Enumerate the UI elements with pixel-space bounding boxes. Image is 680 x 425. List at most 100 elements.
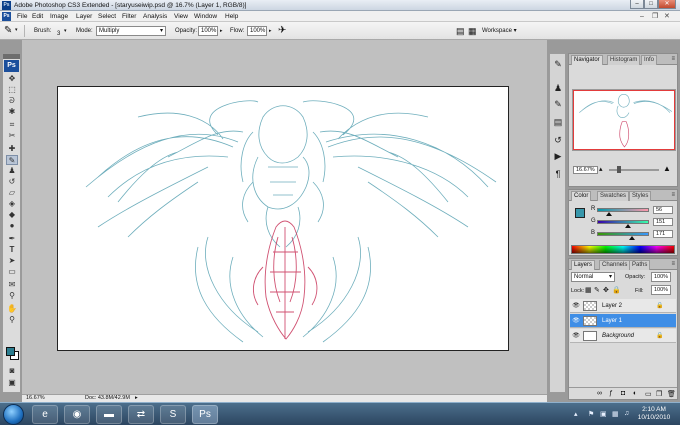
skype-icon[interactable]: S <box>160 405 186 424</box>
opacity-input[interactable]: 100% <box>198 26 218 36</box>
tray-monitor-icon[interactable]: ▣ <box>600 410 607 418</box>
menu-window[interactable]: Window <box>194 12 217 21</box>
file-browser-icon[interactable]: ▤ <box>456 26 465 37</box>
paint-bucket-tool-icon[interactable]: ◈ <box>6 199 18 209</box>
visibility-eye-icon[interactable]: 👁 <box>572 302 580 310</box>
brush-size[interactable]: 3 <box>57 31 60 38</box>
r-slider[interactable] <box>597 208 649 216</box>
shape-tool-icon[interactable]: ▭ <box>6 267 18 277</box>
minimize-button[interactable]: – <box>630 0 644 9</box>
type-tool-icon[interactable]: T <box>6 245 18 255</box>
flow-slider-chevron-icon[interactable]: ▸ <box>269 28 272 34</box>
layer-row-background[interactable]: 👁 Background 🔒 <box>570 329 676 343</box>
tab-navigator[interactable]: Navigator <box>571 55 603 65</box>
quick-select-tool-icon[interactable]: ✱ <box>6 107 18 117</box>
toolbox-grip[interactable] <box>3 54 20 59</box>
menu-help[interactable]: Help <box>225 12 238 21</box>
g-value[interactable]: 151 <box>653 218 673 226</box>
healing-brush-tool-icon[interactable]: ✚ <box>6 144 18 154</box>
slice-tool-icon[interactable]: ✂ <box>6 131 18 141</box>
zoom-out-icon[interactable]: ▴ <box>599 165 603 173</box>
tab-color[interactable]: Color <box>571 191 592 201</box>
tab-layers[interactable]: Layers <box>571 260 596 270</box>
brush-tool-icon[interactable]: ✎ <box>6 155 18 165</box>
zoom-in-icon[interactable]: ▲ <box>663 164 671 173</box>
dodge-tool-icon[interactable]: ● <box>6 221 18 231</box>
lasso-tool-icon[interactable]: ᘐ <box>6 96 18 106</box>
adjustment-layer-icon[interactable]: ◐ <box>633 390 637 397</box>
palette-well-icon[interactable]: ▦ <box>468 26 477 37</box>
panel-menu-icon[interactable]: ≡ <box>671 261 675 267</box>
lock-image-icon[interactable]: ✎ <box>594 286 600 294</box>
layer-name[interactable]: Layer 1 <box>602 317 622 325</box>
pen-tool-icon[interactable]: ✒ <box>6 234 18 244</box>
chrome-icon[interactable]: ◉ <box>64 405 90 424</box>
tab-histogram[interactable]: Histogram <box>607 55 641 65</box>
brush-tool-preset-icon[interactable]: ✎ <box>4 25 12 36</box>
ps-menu-icon[interactable]: Ps <box>2 12 11 21</box>
zoom-level[interactable]: 16.67% <box>26 395 45 402</box>
opacity-slider-chevron-icon[interactable]: ▸ <box>220 28 223 34</box>
tray-volume-icon[interactable]: ♫ <box>624 410 629 417</box>
crop-tool-icon[interactable]: ⌗ <box>6 120 18 130</box>
close-button[interactable]: ✕ <box>658 0 676 9</box>
tab-info[interactable]: Info <box>641 55 658 65</box>
hand-tool-icon[interactable]: ✋ <box>6 304 18 314</box>
photoshop-logo[interactable]: Ps <box>4 60 19 72</box>
navigator-view-box[interactable] <box>573 90 675 150</box>
menu-file[interactable]: File <box>17 12 27 21</box>
quick-mask-icon[interactable]: ◙ <box>6 366 18 376</box>
dock-tool-presets-icon[interactable]: ✎ <box>552 98 564 110</box>
r-value[interactable]: 56 <box>653 206 673 214</box>
dock-brushes-icon[interactable]: ✎ <box>552 58 564 70</box>
b-slider-thumb[interactable] <box>628 236 635 240</box>
layer-row-layer-2[interactable]: 👁 Layer 2 🔒 <box>570 299 676 313</box>
b-value[interactable]: 171 <box>653 230 673 238</box>
fill-input[interactable]: 100% <box>651 285 671 295</box>
screen-mode-icon[interactable]: ▣ <box>6 378 18 388</box>
dock-history-icon[interactable]: ↺ <box>552 134 564 146</box>
visibility-eye-icon[interactable]: 👁 <box>572 317 580 325</box>
dock-clone-source-icon[interactable]: ♟ <box>552 82 564 94</box>
lock-position-icon[interactable]: ✥ <box>603 286 609 294</box>
document-canvas[interactable] <box>57 86 509 351</box>
network-icon[interactable]: ⇄ <box>128 405 154 424</box>
clock[interactable]: 2:10 AM 10/10/2010 <box>634 406 674 422</box>
menu-image[interactable]: Image <box>50 12 68 21</box>
menu-select[interactable]: Select <box>98 12 116 21</box>
doc-minimize-icon[interactable]: – <box>640 12 644 21</box>
dock-actions-icon[interactable]: ▶ <box>552 150 564 162</box>
layer-mask-icon[interactable]: ◘ <box>621 390 625 397</box>
maximize-button[interactable]: □ <box>644 0 658 9</box>
dock-layer-comps-icon[interactable]: ▤ <box>552 116 564 128</box>
photoshop-icon[interactable]: Ps <box>192 405 218 424</box>
tray-network-icon[interactable]: ▦ <box>612 410 619 418</box>
tab-channels[interactable]: Channels <box>599 260 631 270</box>
layer-row-layer-1[interactable]: 👁 Layer 1 <box>570 314 676 328</box>
tray-up-arrow-icon[interactable]: ▴ <box>574 410 578 418</box>
workspace-button[interactable]: Workspace ▾ <box>482 28 517 35</box>
flow-input[interactable]: 100% <box>247 26 267 36</box>
layer-name[interactable]: Background <box>602 332 634 340</box>
menu-edit[interactable]: Edit <box>32 12 43 21</box>
tray-flag-icon[interactable]: ⚑ <box>588 410 594 418</box>
notes-tool-icon[interactable]: ✉ <box>6 280 18 290</box>
layer-opacity-input[interactable]: 100% <box>651 272 671 282</box>
brush-picker-chevron-icon[interactable]: ▾ <box>64 28 67 34</box>
marquee-tool-icon[interactable]: ⬚ <box>6 85 18 95</box>
r-slider-thumb[interactable] <box>606 212 612 216</box>
new-layer-icon[interactable]: ❐ <box>656 390 662 398</box>
blend-mode-select[interactable]: Normal ▾ <box>571 272 615 282</box>
zoom-tool-icon[interactable]: ⚲ <box>6 315 18 325</box>
menu-layer[interactable]: Layer <box>76 12 92 21</box>
new-group-icon[interactable]: ▭ <box>645 390 652 398</box>
delete-layer-icon[interactable]: 🗑 <box>667 390 676 398</box>
layer-name[interactable]: Layer 2 <box>602 302 622 310</box>
tab-styles[interactable]: Styles <box>629 191 652 201</box>
dock-paragraph-icon[interactable]: ¶ <box>552 168 564 180</box>
history-brush-tool-icon[interactable]: ↺ <box>6 177 18 187</box>
panel-menu-icon[interactable]: ≡ <box>671 192 675 198</box>
eraser-tool-icon[interactable]: ▱ <box>6 188 18 198</box>
navigator-zoom-input[interactable]: 16.67% <box>573 166 598 174</box>
doc-close-icon[interactable]: ✕ <box>664 12 670 21</box>
